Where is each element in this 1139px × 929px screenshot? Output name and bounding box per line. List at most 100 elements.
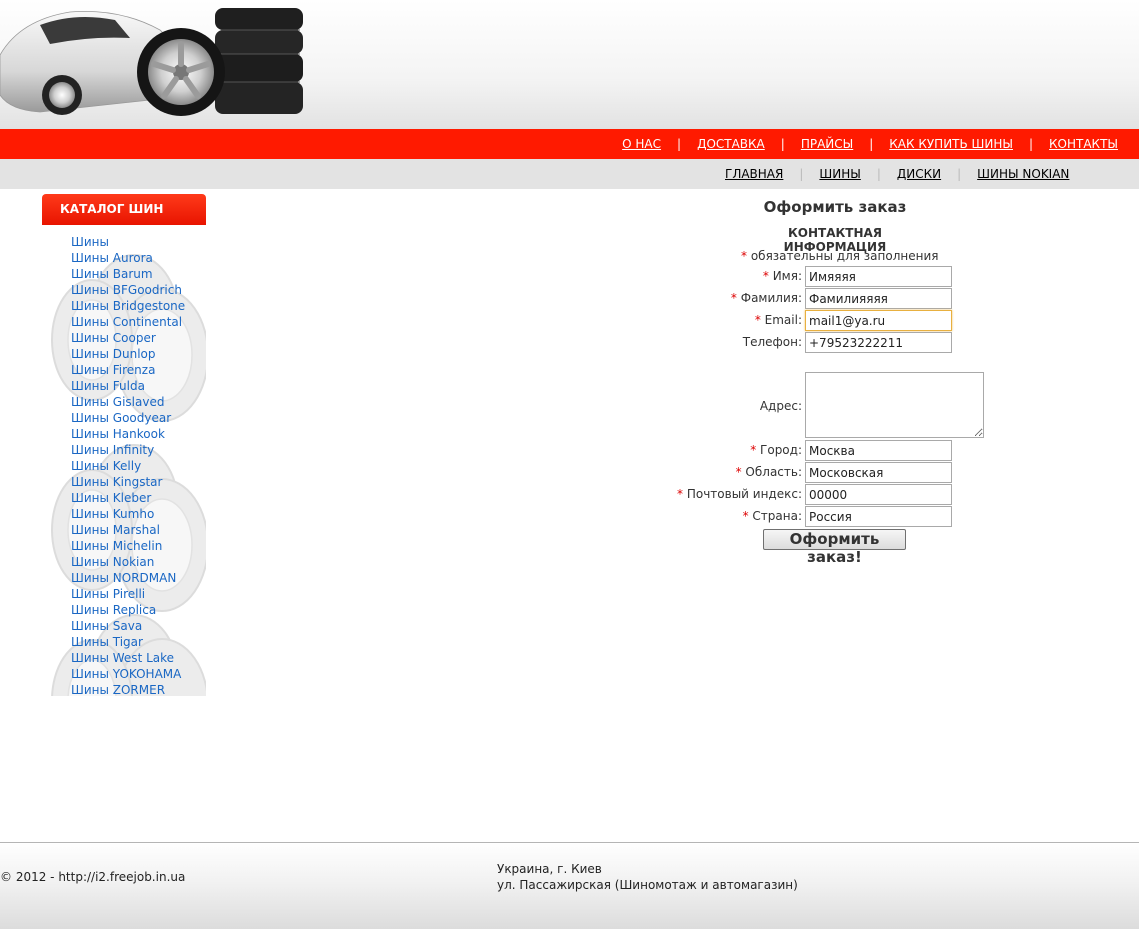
brand-link[interactable]: Шины Infinity [71, 443, 154, 457]
phone-label: Телефон: [602, 332, 802, 352]
zip-label: * Почтовый индекс: [602, 484, 802, 504]
address-line-1: Украина, г. Киев [497, 862, 602, 876]
brand-link[interactable]: Шины Kleber [71, 491, 151, 505]
list-item: Шины Tigar [71, 634, 185, 650]
brand-link[interactable]: Шины Nokian [71, 555, 154, 569]
brand-link[interactable]: Шины Sava [71, 619, 142, 633]
list-item: Шины Fulda [71, 378, 185, 394]
list-item: Шины Aurora [71, 250, 185, 266]
brand-link[interactable]: Шины Firenza [71, 363, 155, 377]
brand-link[interactable]: Шины Kelly [71, 459, 141, 473]
header [0, 0, 1139, 129]
list-item: Шины Michelin [71, 538, 185, 554]
list-item: Шины Marshal [71, 522, 185, 538]
list-item: Шины ZORMER [71, 682, 185, 696]
required-mark: * [750, 443, 757, 457]
list-item: Шины Infinity [71, 442, 185, 458]
brand-link[interactable]: Шины Dunlop [71, 347, 156, 361]
list-item: Шины Firenza [71, 362, 185, 378]
brand-link[interactable]: Шины BFGoodrich [71, 283, 182, 297]
brand-link[interactable]: Шины Barum [71, 267, 153, 281]
list-item: Шины Barum [71, 266, 185, 282]
nav-home-link[interactable]: ГЛАВНАЯ [725, 167, 783, 181]
list-item: Шины Kingstar [71, 474, 185, 490]
brand-link[interactable]: Шины Gislaved [71, 395, 164, 409]
brand-link[interactable]: Шины Replica [71, 603, 156, 617]
footer-address: Украина, г. Киев ул. Пассажирская (Шином… [497, 861, 798, 893]
last-name-input[interactable] [805, 288, 952, 309]
required-note-text: обязательны для заполнения [750, 249, 939, 263]
list-item: Шины NORDMAN [71, 570, 185, 586]
nav-tires-link[interactable]: ШИНЫ [819, 167, 860, 181]
list-item: Шины Continental [71, 314, 185, 330]
brand-link[interactable]: Шины Hankook [71, 427, 165, 441]
submit-order-button[interactable]: Оформить заказ! [763, 529, 906, 566]
city-label: * Город: [602, 440, 802, 460]
country-input[interactable] [805, 506, 952, 527]
brand-link[interactable]: Шины Tigar [71, 635, 143, 649]
nav-separator: | [1028, 137, 1034, 151]
last-name-label-text: Фамилия: [740, 291, 802, 305]
list-item: Шины Sava [71, 618, 185, 634]
list-item: Шины Kumho [71, 506, 185, 522]
region-label-text: Область: [745, 465, 802, 479]
nav-delivery-link[interactable]: ДОСТАВКА [697, 137, 765, 151]
required-mark: * [730, 291, 737, 305]
phone-label-text: Телефон: [742, 335, 802, 349]
country-label-text: Страна: [752, 509, 802, 523]
nav-prices-link[interactable]: ПРАЙСЫ [801, 137, 853, 151]
region-input[interactable] [805, 462, 952, 483]
brand-link[interactable]: Шины YOKOHAMA [71, 667, 181, 681]
list-item: Шины Kelly [71, 458, 185, 474]
list-item: Шины BFGoodrich [71, 282, 185, 298]
brand-link[interactable]: Шины West Lake [71, 651, 174, 665]
form-title: Оформить заказ [763, 198, 907, 216]
brand-link[interactable]: Шины Aurora [71, 251, 153, 265]
list-item: Шины Cooper [71, 330, 185, 346]
address-label-text: Адрес: [759, 399, 802, 413]
address-line-2: ул. Пассажирская (Шиномотаж и автомагази… [497, 878, 798, 892]
nav-separator: | [876, 167, 881, 181]
required-mark: * [754, 313, 761, 327]
brand-link[interactable]: Шины Marshal [71, 523, 160, 537]
car-and-tires-banner [0, 8, 303, 116]
nav-nokian-link[interactable]: ШИНЫ NOKIAN [977, 167, 1069, 181]
brand-link[interactable]: Шины [71, 235, 109, 249]
first-name-input[interactable] [805, 266, 952, 287]
brand-link[interactable]: Шины Cooper [71, 331, 156, 345]
brand-link[interactable]: Шины Continental [71, 315, 182, 329]
tire-brand-list: Шины Шины Aurora Шины Barum Шины BFGoodr… [71, 234, 185, 696]
phone-input[interactable] [805, 332, 952, 353]
required-mark: * [742, 509, 749, 523]
brand-link[interactable]: Шины Bridgestone [71, 299, 185, 313]
nav-about-link[interactable]: О НАС [622, 137, 661, 151]
address-textarea[interactable] [805, 372, 984, 438]
brand-link[interactable]: Шины Goodyear [71, 411, 171, 425]
address-label: Адрес: [602, 396, 802, 416]
list-item: Шины Gislaved [71, 394, 185, 410]
list-item: Шины Nokian [71, 554, 185, 570]
list-item: Шины [71, 234, 185, 250]
brand-link[interactable]: Шины Pirelli [71, 587, 145, 601]
list-item: Шины Hankook [71, 426, 185, 442]
city-input[interactable] [805, 440, 952, 461]
brand-link[interactable]: Шины NORDMAN [71, 571, 176, 585]
email-input[interactable] [805, 310, 952, 331]
email-label-text: Email: [764, 313, 802, 327]
brand-link[interactable]: Шины Michelin [71, 539, 162, 553]
brand-link[interactable]: Шины ZORMER [71, 683, 165, 696]
list-item: Шины YOKOHAMA [71, 666, 185, 682]
brand-link[interactable]: Шины Kingstar [71, 475, 162, 489]
list-item: Шины Dunlop [71, 346, 185, 362]
nav-how-to-buy-link[interactable]: КАК КУПИТЬ ШИНЫ [889, 137, 1013, 151]
brand-link[interactable]: Шины Fulda [71, 379, 145, 393]
nav-contacts-link[interactable]: КОНТАКТЫ [1049, 137, 1118, 151]
nav-wheels-link[interactable]: ДИСКИ [897, 167, 941, 181]
list-item: Шины Replica [71, 602, 185, 618]
zip-input[interactable] [805, 484, 952, 505]
brand-link[interactable]: Шины Kumho [71, 507, 154, 521]
tire-catalog-sidebar: КАТАЛОГ ШИН Шины Шины Aurora Шины Barum … [42, 194, 206, 696]
required-note: * обязательны для заполнения [741, 249, 938, 263]
catalog-title: КАТАЛОГ ШИН [42, 194, 206, 225]
required-mark: * [762, 269, 769, 283]
